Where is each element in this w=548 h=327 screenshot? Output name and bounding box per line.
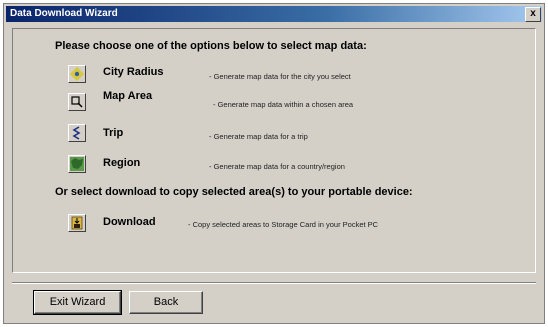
city-radius-button[interactable]: City Radius [103,66,164,78]
download-button[interactable]: Download [103,216,156,228]
region-button[interactable]: Region [103,157,140,169]
download-icon[interactable] [68,214,86,232]
exit-wizard-button[interactable]: Exit Wizard [33,290,122,315]
options-panel: Please choose one of the options below t… [12,28,536,273]
map-area-icon[interactable] [68,93,86,111]
map-area-description: - Generate map data within a chosen area [213,100,354,109]
region-icon[interactable] [68,155,86,173]
region-description: - Generate map data for a country/region [209,162,345,171]
back-button[interactable]: Back [129,291,203,314]
city-radius-description: - Generate map data for the city you sel… [209,72,351,81]
trip-description: - Generate map data for a trip [209,132,308,141]
trip-icon[interactable] [68,124,86,142]
trip-button[interactable]: Trip [103,127,123,139]
window-title: Data Download Wizard [10,8,118,19]
wizard-window: Data Download Wizard x Please choose one… [3,3,545,324]
close-icon: x [530,8,536,19]
city-radius-icon[interactable] [68,65,86,83]
footer-separator [12,282,536,284]
title-bar: Data Download Wizard x [6,6,542,22]
select-prompt: Please choose one of the options below t… [55,40,367,52]
download-description: - Copy selected areas to Storage Card in… [188,220,379,229]
download-prompt: Or select download to copy selected area… [55,186,413,198]
close-button[interactable]: x [525,7,541,22]
map-area-button[interactable]: Map Area [103,90,152,102]
